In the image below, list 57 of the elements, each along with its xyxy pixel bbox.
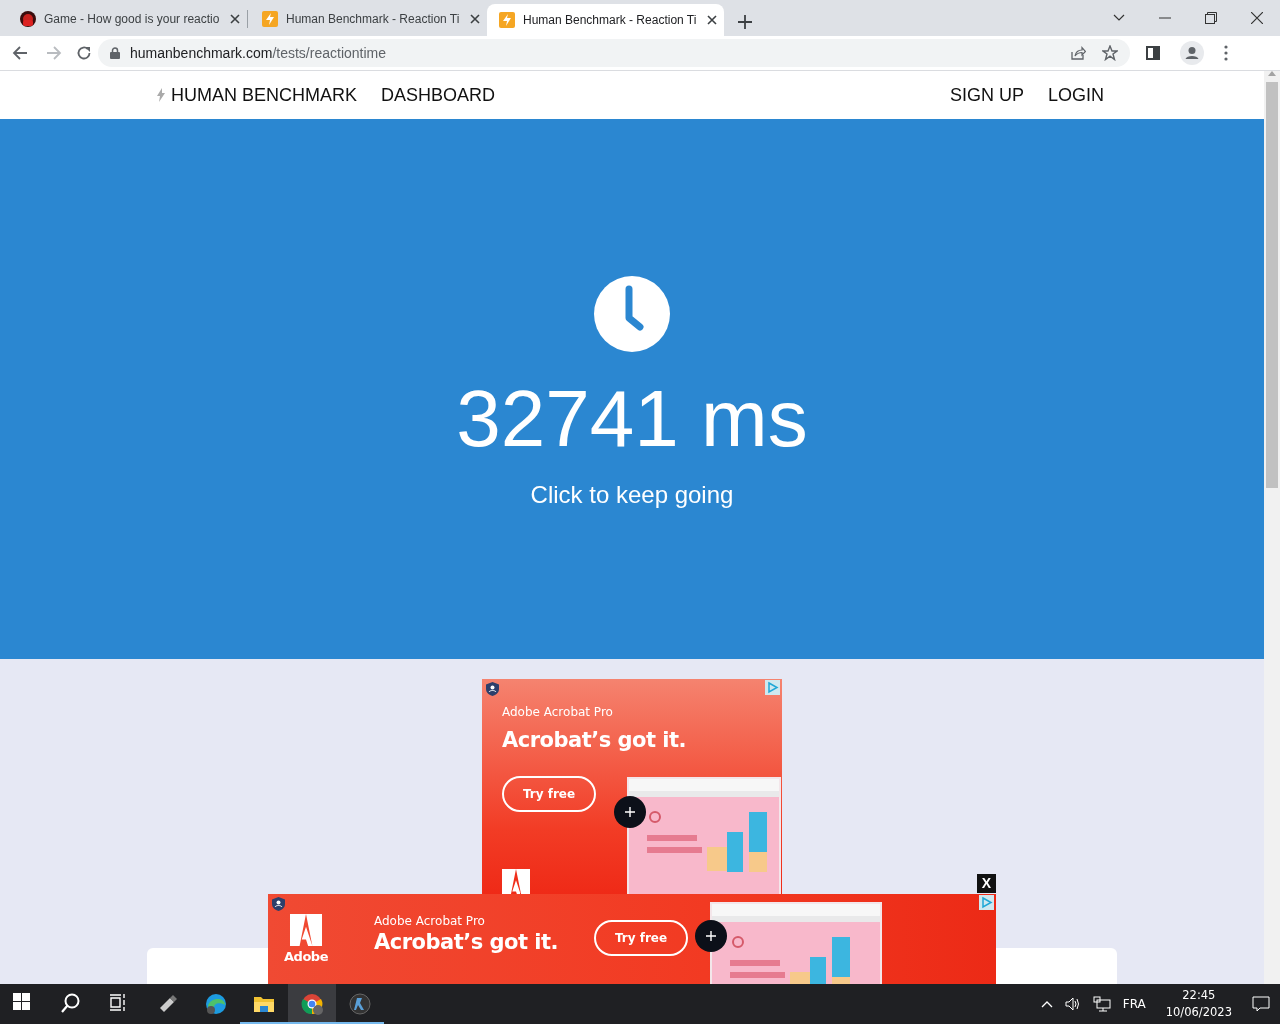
url-text: humanbenchmark.com/tests/reactiontime xyxy=(130,45,386,61)
browser-tab[interactable]: Game - How good is your reactio xyxy=(8,4,245,33)
profile-icon[interactable] xyxy=(1180,41,1204,65)
browser-icon xyxy=(301,993,323,1015)
shield-icon xyxy=(272,897,285,911)
browser-icon xyxy=(205,993,227,1015)
menu-icon[interactable] xyxy=(1224,45,1228,61)
speaker-icon[interactable] xyxy=(1064,997,1081,1011)
lightning-icon xyxy=(499,12,515,28)
lock-icon xyxy=(110,47,120,59)
nav-link[interactable]: DASHBOARD xyxy=(381,84,496,106)
chevron-down-icon[interactable] xyxy=(1113,14,1125,22)
share-icon[interactable] xyxy=(1070,45,1086,61)
game-icon xyxy=(349,993,371,1015)
clock-icon xyxy=(593,275,671,353)
nav-link[interactable]: SIGN UP xyxy=(949,84,1024,106)
try-free-button[interactable]: Try free xyxy=(594,920,689,956)
logo-icon xyxy=(502,869,530,894)
ad-product-name: Adobe Acrobat Pro xyxy=(374,914,486,928)
language-indicator[interactable]: FRA xyxy=(1122,997,1146,1011)
try-free-button[interactable]: Try free xyxy=(502,776,596,812)
back-icon[interactable] xyxy=(12,45,28,61)
time-text: 22:45 xyxy=(1182,987,1216,1004)
shield-icon xyxy=(486,682,499,696)
close-icon[interactable] xyxy=(1251,12,1263,24)
browser-tab[interactable]: Human Benchmark - Reaction Ti xyxy=(250,4,487,33)
browser-tab[interactable]: Human Benchmark - Reaction Ti xyxy=(487,4,724,36)
brand-link[interactable]: HUMAN BENCHMARK xyxy=(157,84,357,106)
ad-headline: Acrobat’s got it. xyxy=(502,728,687,752)
chevron-up-icon[interactable] xyxy=(1040,1000,1053,1008)
date-text: 10/06/2023 xyxy=(1165,1004,1232,1021)
nav-link[interactable]: LOGIN xyxy=(1048,84,1104,106)
reaction-time-result: 32741 ms xyxy=(456,379,808,459)
lightning-icon xyxy=(262,10,278,27)
logo-text: Adobe xyxy=(284,949,328,964)
close-ad-button[interactable]: X xyxy=(977,874,996,893)
network-icon[interactable] xyxy=(1092,996,1111,1012)
scrollbar[interactable] xyxy=(1264,71,1280,984)
ad-banner[interactable]: Adobe Adobe Acrobat Pro Acrobat’s got it. Try free xyxy=(268,894,996,984)
taskbar-button[interactable] xyxy=(288,984,336,1024)
ad-card[interactable]: Adobe Acrobat Pro Acrobat’s got it. Try free xyxy=(482,679,782,894)
lightning-icon xyxy=(157,88,165,102)
clock[interactable]: 22:45 10/06/2023 xyxy=(1165,987,1232,1021)
ad-product-name: Adobe Acrobat Pro xyxy=(502,705,613,719)
reload-icon[interactable] xyxy=(76,45,92,61)
restore-icon[interactable] xyxy=(1205,12,1217,24)
notifications-icon[interactable] xyxy=(1252,996,1270,1012)
test-area[interactable]: 32741 ms Click to keep going xyxy=(0,119,1264,659)
plus-icon[interactable] xyxy=(695,920,727,952)
logo-icon xyxy=(287,914,325,946)
side-panel-icon[interactable] xyxy=(1146,46,1160,60)
star-icon[interactable] xyxy=(1102,45,1118,61)
prompt-text: Click to keep going xyxy=(530,481,734,509)
address-bar[interactable]: humanbenchmark.com/tests/reactiontime xyxy=(98,39,1130,67)
ad-headline: Acrobat’s got it. xyxy=(374,930,559,954)
new-tab-icon[interactable] xyxy=(738,15,752,29)
plus-icon[interactable] xyxy=(614,796,646,828)
